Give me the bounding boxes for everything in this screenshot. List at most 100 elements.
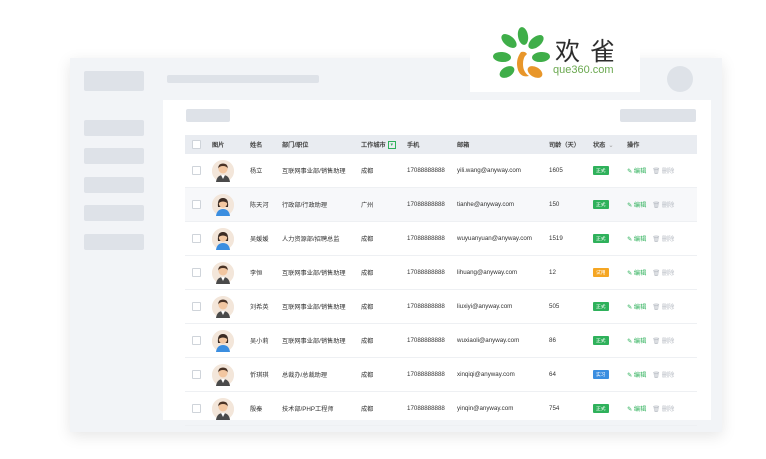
header-status: 状态 [593, 142, 606, 149]
sidebar-item-3[interactable] [84, 177, 144, 193]
status-badge: 正式 [593, 302, 609, 311]
table-row[interactable]: 吴小莉 互联网事业部/销售助理 成都 17088888888 wuxiaoli@anyw… [185, 323, 697, 358]
employee-days: 12 [549, 255, 593, 290]
sort-icon[interactable]: ⌄ [608, 142, 613, 149]
header-days[interactable]: 司龄（天） [549, 135, 593, 154]
sidebar-item-2[interactable] [84, 148, 144, 164]
row-checkbox[interactable] [192, 234, 201, 243]
employee-dept: 技术部/PHP工程师 [282, 391, 361, 426]
table-row[interactable]: 殷秦 技术部/PHP工程师 成都 17088888888 yinqin@anyway.c… [185, 391, 697, 426]
employee-name: 刘希英 [250, 289, 282, 324]
trash-icon: 🗑 [652, 304, 661, 311]
employee-city: 成都 [361, 221, 407, 256]
edit-button[interactable]: ✎ 编辑 [627, 372, 646, 379]
header-phone: 手机 [407, 135, 457, 154]
brand-logo: 欢雀 que360.com [470, 22, 640, 92]
edit-label: 编辑 [633, 338, 647, 345]
delete-button[interactable]: 🗑 删除 [652, 270, 674, 277]
row-checkbox[interactable] [192, 404, 201, 413]
row-select-cell [185, 255, 212, 290]
employee-dept: 互联网事业部/销售助理 [282, 154, 361, 188]
employee-dept: 互联网事业部/销售助理 [282, 323, 361, 358]
row-checkbox[interactable] [192, 370, 201, 379]
delete-button[interactable]: 🗑 删除 [652, 168, 674, 175]
toolbar-right-placeholder[interactable] [620, 109, 696, 122]
status-cell: 正式 [593, 391, 627, 426]
row-checkbox[interactable] [192, 200, 201, 209]
photo-cell [212, 289, 250, 324]
table-row[interactable]: 陈天河 行政部/行政助理 广州 17088888888 tianhe@anyway.co… [185, 187, 697, 222]
filter-icon[interactable]: ▾ [387, 141, 396, 150]
employee-table: 图片 姓名 部门/职位 工作城市 ▾ 手机 邮箱 司龄（天） 状态 ⌄ 操作 杨立互… [185, 135, 697, 426]
delete-button[interactable]: 🗑 删除 [652, 304, 674, 311]
edit-icon: ✎ [627, 338, 633, 345]
employee-phone: 17088888888 [407, 255, 457, 290]
edit-label: 编辑 [633, 202, 647, 209]
employee-phone: 17088888888 [407, 154, 457, 188]
employee-dept: 行政部/行政助理 [282, 187, 361, 222]
delete-button[interactable]: 🗑 删除 [652, 202, 674, 209]
employee-phone: 17088888888 [407, 187, 457, 222]
ops-cell: ✎ 编辑 🗑 删除 [627, 255, 697, 290]
employee-avatar [212, 295, 234, 318]
table-row[interactable]: 刘希英 互联网事业部/销售助理 成都 17088888888 liuxiyi@anywa… [185, 289, 697, 324]
edit-button[interactable]: ✎ 编辑 [627, 304, 646, 311]
trash-icon: 🗑 [652, 338, 661, 345]
employee-days: 150 [549, 187, 593, 222]
table-row[interactable]: 吴媛媛 人力资源部/招聘总监 成都 17088888888 wuyuanyuan@any… [185, 221, 697, 256]
table-row[interactable]: 忻琪琪 总裁办/总裁助理 成都 17088888888 xinqiqi@anyway.c… [185, 357, 697, 392]
employee-phone: 17088888888 [407, 391, 457, 426]
user-avatar[interactable] [667, 66, 693, 92]
delete-button[interactable]: 🗑 删除 [652, 338, 674, 345]
ops-cell: ✎ 编辑 🗑 删除 [627, 323, 697, 358]
row-select-cell [185, 391, 212, 426]
employee-avatar [212, 193, 234, 216]
row-select-cell [185, 187, 212, 222]
row-checkbox[interactable] [192, 268, 201, 277]
table-header-row: 图片 姓名 部门/职位 工作城市 ▾ 手机 邮箱 司龄（天） 状态 ⌄ 操作 [185, 135, 697, 154]
edit-button[interactable]: ✎ 编辑 [627, 270, 646, 277]
edit-button[interactable]: ✎ 编辑 [627, 406, 646, 413]
table-row[interactable]: 李恒 互联网事业部/销售助理 成都 17088888888 lihuang@anyway… [185, 255, 697, 290]
delete-button[interactable]: 🗑 删除 [652, 236, 674, 243]
header-ops: 操作 [627, 135, 697, 154]
sidebar-item-4[interactable] [84, 205, 144, 221]
employee-city: 广州 [361, 187, 407, 222]
trash-icon: 🗑 [652, 236, 661, 243]
edit-button[interactable]: ✎ 编辑 [627, 236, 646, 243]
table-row[interactable]: 杨立 互联网事业部/销售助理 成都 17088888888 yili.wang@anyw… [185, 154, 697, 188]
delete-button[interactable]: 🗑 删除 [652, 406, 674, 413]
header-title-placeholder [167, 75, 319, 83]
employee-email: wuxiaoli@anyway.com [457, 323, 549, 358]
status-cell: 试用 [593, 255, 627, 290]
edit-button[interactable]: ✎ 编辑 [627, 338, 646, 345]
edit-button[interactable]: ✎ 编辑 [627, 202, 646, 209]
ops-cell: ✎ 编辑 🗑 删除 [627, 289, 697, 324]
header-city-cell: 工作城市 ▾ [361, 135, 407, 154]
edit-button[interactable]: ✎ 编辑 [627, 168, 646, 175]
status-cell: 正式 [593, 289, 627, 324]
ops-cell: ✎ 编辑 🗑 删除 [627, 221, 697, 256]
delete-label: 删除 [661, 304, 675, 311]
row-checkbox[interactable] [192, 302, 201, 311]
delete-label: 删除 [661, 168, 675, 175]
ops-cell: ✎ 编辑 🗑 删除 [627, 187, 697, 222]
select-all-checkbox[interactable] [192, 140, 201, 149]
employee-email: lihuang@anyway.com [457, 255, 549, 290]
status-cell: 正式 [593, 187, 627, 222]
status-badge: 正式 [593, 336, 609, 345]
sidebar-item-1[interactable] [84, 120, 144, 136]
employee-phone: 17088888888 [407, 221, 457, 256]
brand-url: que360.com [553, 64, 614, 76]
row-checkbox[interactable] [192, 166, 201, 175]
employee-days: 86 [549, 323, 593, 358]
delete-button[interactable]: 🗑 删除 [652, 372, 674, 379]
toolbar-left-placeholder[interactable] [186, 109, 230, 122]
employee-avatar [212, 261, 234, 284]
employee-email: yili.wang@anyway.com [457, 154, 549, 188]
status-badge: 实习 [593, 370, 609, 379]
row-checkbox[interactable] [192, 336, 201, 345]
sidebar-item-5[interactable] [84, 234, 144, 250]
edit-icon: ✎ [627, 406, 633, 413]
employee-name: 杨立 [250, 154, 282, 188]
